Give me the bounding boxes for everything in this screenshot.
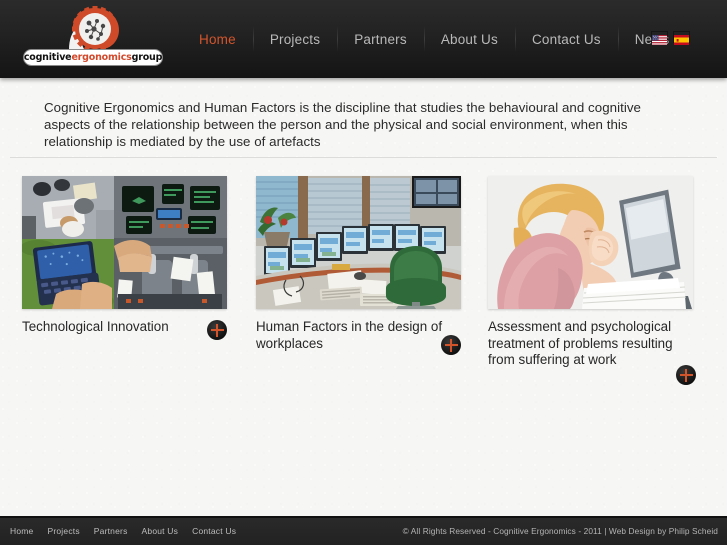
feature-card[interactable]: Assessment and psychological treatment o…: [488, 176, 693, 369]
card-image-human-factors-workplaces: [256, 176, 461, 309]
card-image-assessment-psychological-treatment: [488, 176, 693, 309]
spain-flag-icon[interactable]: [673, 31, 690, 45]
logo-word-cognitive: cognitive: [23, 51, 72, 63]
nav-item-home[interactable]: Home: [185, 24, 253, 54]
language-switcher: [651, 31, 690, 45]
card-caption-text: Technological Innovation: [22, 319, 169, 334]
footer-link-partners[interactable]: Partners: [94, 526, 128, 536]
card-caption: Assessment and psychological treatment o…: [488, 319, 693, 369]
logo-wordmark: cognitive ergonomics group: [23, 49, 163, 66]
expand-plus-button-card-3[interactable]: [676, 365, 696, 385]
intro-paragraph: Cognitive Ergonomics and Human Factors i…: [44, 100, 641, 150]
feature-cards: Technological Innovation Human Factors i…: [0, 176, 727, 406]
feature-card[interactable]: Technological Innovation: [22, 176, 227, 336]
us-flag-icon[interactable]: [651, 31, 668, 45]
footer-link-projects[interactable]: Projects: [47, 526, 79, 536]
logo-word-ergonomics: ergonomics: [71, 51, 132, 63]
logo-word-group: group: [131, 51, 163, 63]
nav-item-contact-us[interactable]: Contact Us: [514, 24, 618, 54]
site-footer: Home Projects Partners About Us Contact …: [0, 516, 727, 545]
nav-item-partners[interactable]: Partners: [337, 24, 424, 54]
expand-plus-button-card-2[interactable]: [441, 335, 461, 355]
card-caption: Human Factors in the design of workplace…: [256, 319, 461, 352]
footer-link-contact-us[interactable]: Contact Us: [192, 526, 236, 536]
card-image-technological-innovation: [22, 176, 227, 309]
footer-copyright: © All Rights Reserved - Cognitive Ergono…: [402, 526, 718, 536]
card-caption: Technological Innovation: [22, 319, 227, 336]
section-divider: [10, 157, 717, 158]
footer-navigation: Home Projects Partners About Us Contact …: [10, 526, 236, 536]
card-caption-text: Assessment and psychological treatment o…: [488, 319, 673, 367]
footer-link-about-us[interactable]: About Us: [142, 526, 179, 536]
site-logo[interactable]: cognitive ergonomics group: [23, 6, 163, 68]
feature-card[interactable]: Human Factors in the design of workplace…: [256, 176, 461, 352]
footer-link-home[interactable]: Home: [10, 526, 33, 536]
site-header: cognitive ergonomics group Home Projects P…: [0, 0, 727, 78]
expand-plus-button-card-1[interactable]: [207, 320, 227, 340]
nav-item-projects[interactable]: Projects: [252, 24, 337, 54]
nav-item-about-us[interactable]: About Us: [423, 24, 515, 54]
card-caption-text: Human Factors in the design of workplace…: [256, 319, 443, 351]
main-navigation: Home Projects Partners About Us Contact …: [185, 24, 686, 54]
logo-mark-icon: [51, 6, 125, 52]
